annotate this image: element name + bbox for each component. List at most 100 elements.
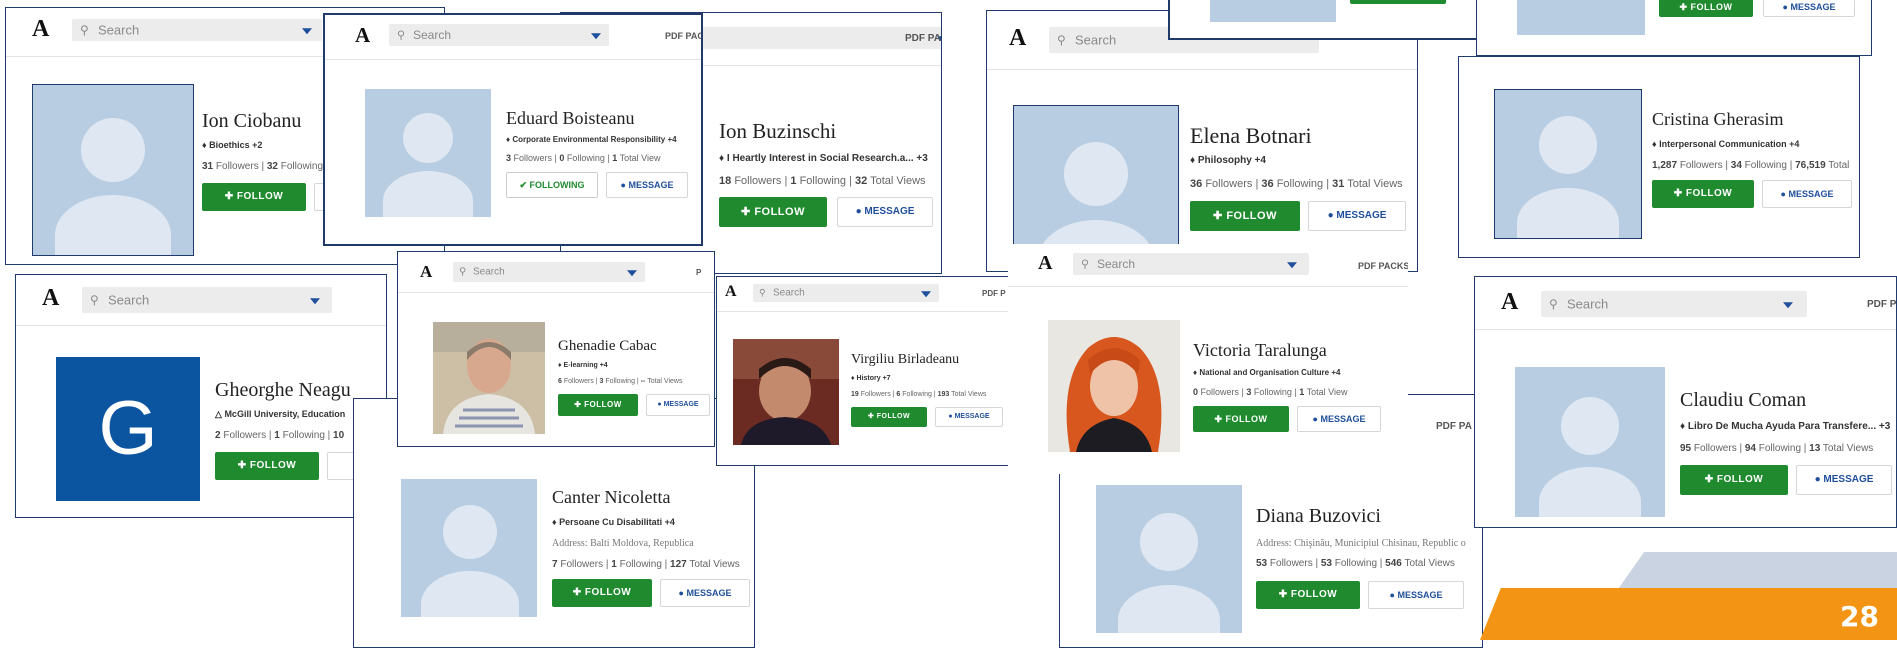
research-interests[interactable]: ♦ National and Organisation Culture +4 (1193, 368, 1340, 377)
pdf-packs-link[interactable]: PDF PACK (665, 31, 701, 41)
search-input[interactable]: ⚲ Search (389, 24, 609, 46)
follow-button[interactable]: ✚ FOLLOW (851, 407, 927, 427)
search-input[interactable]: ⚲ Search (82, 287, 332, 313)
avatar[interactable] (1494, 89, 1642, 239)
follow-button[interactable]: ✚ FOLLOW (552, 579, 652, 607)
follow-button[interactable]: ✚ FOLLOW (1659, 0, 1753, 17)
academia-logo[interactable]: A (420, 262, 432, 282)
institution-icon: △ (215, 409, 222, 419)
profile-name[interactable]: Eduard Boisteanu (506, 108, 634, 129)
message-button[interactable]: ● MESSAGE (1763, 0, 1855, 17)
search-input[interactable]: ⚲ Search (72, 19, 322, 41)
research-interests[interactable]: ♦ I Heartly Interest in Social Research.… (719, 153, 928, 164)
profile-name[interactable]: Elena Botnari (1190, 123, 1312, 149)
research-interests[interactable]: ♦ E-learning +4 (558, 362, 608, 369)
pdf-packs-link[interactable]: PDF P (982, 289, 1006, 298)
tag-icon: ♦ (1193, 368, 1198, 377)
message-button[interactable]: ● MESSAGE (606, 172, 688, 198)
academia-logo[interactable]: A (355, 23, 370, 48)
research-interests[interactable]: ♦ Philosophy +4 (1190, 155, 1266, 166)
profile-name[interactable]: Claudiu Coman (1680, 389, 1806, 412)
profile-name[interactable]: Victoria Taralunga (1193, 340, 1327, 361)
chevron-down-icon[interactable] (1287, 262, 1297, 269)
following-button[interactable]: ✔ FOLLOWING (506, 172, 598, 198)
avatar[interactable] (1517, 0, 1645, 35)
plus-icon: ✚ (224, 191, 234, 202)
profile-name[interactable]: Diana Buzovici (1256, 505, 1381, 528)
search-input[interactable]: ⚲ Search (453, 262, 645, 282)
follow-button[interactable] (1350, 0, 1446, 4)
follow-button[interactable]: ✚ FOLLOW (1256, 581, 1360, 609)
pdf-packs-link[interactable]: P (696, 268, 701, 277)
message-button[interactable]: ● MESSAGE (646, 394, 710, 416)
research-interests[interactable]: ♦ Interpersonal Communication +4 (1652, 139, 1799, 149)
follow-button[interactable]: ✚ FOLLOW (1190, 201, 1300, 231)
profile-stats: 95 Followers | 94 Following | 13 Total V… (1680, 443, 1874, 454)
follow-button[interactable]: ✚ FOLLOW (719, 197, 827, 227)
avatar[interactable] (1515, 367, 1665, 517)
research-interests[interactable]: ♦ Persoane Cu Disabilitati +4 (552, 517, 675, 527)
follow-button[interactable]: ✚ FOLLOW (558, 394, 638, 416)
message-button[interactable]: ● MESSAGE (1368, 581, 1464, 609)
profile-name[interactable]: Virgiliu Birladeanu (851, 352, 959, 368)
pdf-packs-link[interactable]: PDF PA (1436, 421, 1472, 432)
chevron-down-icon[interactable] (627, 270, 637, 277)
search-input[interactable]: ⚲ Search (1541, 291, 1807, 317)
chevron-down-icon[interactable] (1783, 302, 1793, 309)
profile-name[interactable]: Cristina Gherasim (1652, 109, 1783, 130)
profile-name[interactable]: Ion Buzinschi (719, 119, 836, 144)
profile-card-ghenadie-cabac: A ⚲ Search P Ghenadie Cabac ♦ E-learning… (397, 251, 715, 447)
chevron-down-icon[interactable] (310, 298, 320, 305)
research-interests[interactable]: ♦ Libro De Mucha Ayuda Para Transfere...… (1680, 421, 1890, 432)
plus-icon: ✚ (867, 413, 875, 420)
chevron-down-icon[interactable] (921, 291, 931, 298)
profile-name[interactable]: Ion Ciobanu (202, 110, 301, 133)
academia-logo[interactable]: A (42, 285, 59, 312)
chevron-down-icon[interactable] (302, 28, 312, 35)
message-button[interactable]: ● MESSAGE (1796, 465, 1892, 495)
chevron-down-icon[interactable] (591, 33, 601, 40)
avatar-initial[interactable]: G (56, 357, 200, 501)
profile-stats: 36 Followers | 36 Following | 31 Total V… (1190, 178, 1403, 190)
follow-button[interactable]: ✚ FOLLOW (1680, 465, 1788, 495)
pdf-packs-link[interactable]: PDF PACK (905, 33, 941, 44)
avatar[interactable] (401, 479, 537, 617)
avatar[interactable] (1210, 0, 1336, 22)
research-interests[interactable]: ♦ Bioethics +2 (202, 140, 262, 150)
academia-logo[interactable]: A (1038, 252, 1052, 275)
slide-footer-bar (1480, 588, 1897, 640)
profile-photo[interactable] (733, 339, 839, 445)
avatar[interactable] (365, 89, 491, 217)
follow-button[interactable]: ✚ FOLLOW (1652, 180, 1754, 208)
pdf-packs-link[interactable]: PDF PA (1867, 299, 1896, 310)
profile-name[interactable]: Gheorghe Neagu (215, 379, 351, 402)
research-interests[interactable]: ♦ Corporate Environmental Responsibility… (506, 135, 677, 144)
avatar[interactable] (1096, 485, 1242, 633)
message-button[interactable]: ● MESSAGE (935, 407, 1003, 427)
search-input[interactable]: ⚲ Search (753, 284, 939, 302)
academia-logo[interactable]: A (725, 283, 737, 301)
pdf-packs-link[interactable]: PDF PACKS (1358, 261, 1408, 271)
profile-name[interactable]: Ghenadie Cabac (558, 338, 657, 355)
search-input[interactable] (681, 27, 941, 49)
follow-button[interactable]: ✚ FOLLOW (1193, 406, 1289, 432)
profile-card-eduard-boisteanu: A ⚲ Search PDF PACK Eduard Boisteanu ♦ C… (323, 13, 703, 246)
academia-logo[interactable]: A (1009, 25, 1026, 52)
academia-logo[interactable]: A (32, 16, 49, 43)
profile-photo[interactable] (433, 322, 545, 434)
message-button[interactable]: ● MESSAGE (837, 197, 933, 227)
follow-button[interactable]: ✚ FOLLOW (202, 183, 306, 211)
affiliation[interactable]: △ McGill University, Education (215, 409, 345, 420)
research-interests[interactable]: ♦ History +7 (851, 375, 891, 382)
message-button[interactable]: ● MESSAGE (1762, 180, 1852, 208)
follow-button[interactable]: ✚ FOLLOW (215, 452, 319, 480)
academia-logo[interactable]: A (1501, 289, 1518, 316)
profile-name[interactable]: Canter Nicoletta (552, 487, 670, 508)
search-input[interactable]: ⚲ Search (1073, 253, 1309, 275)
profile-stats: 31 Followers | 32 Following (202, 161, 324, 172)
avatar[interactable] (32, 84, 194, 256)
message-button[interactable]: ● MESSAGE (660, 579, 750, 607)
message-button[interactable]: ● MESSAGE (1308, 201, 1406, 231)
message-button[interactable]: ● MESSAGE (1297, 406, 1381, 432)
profile-photo[interactable] (1048, 320, 1180, 452)
